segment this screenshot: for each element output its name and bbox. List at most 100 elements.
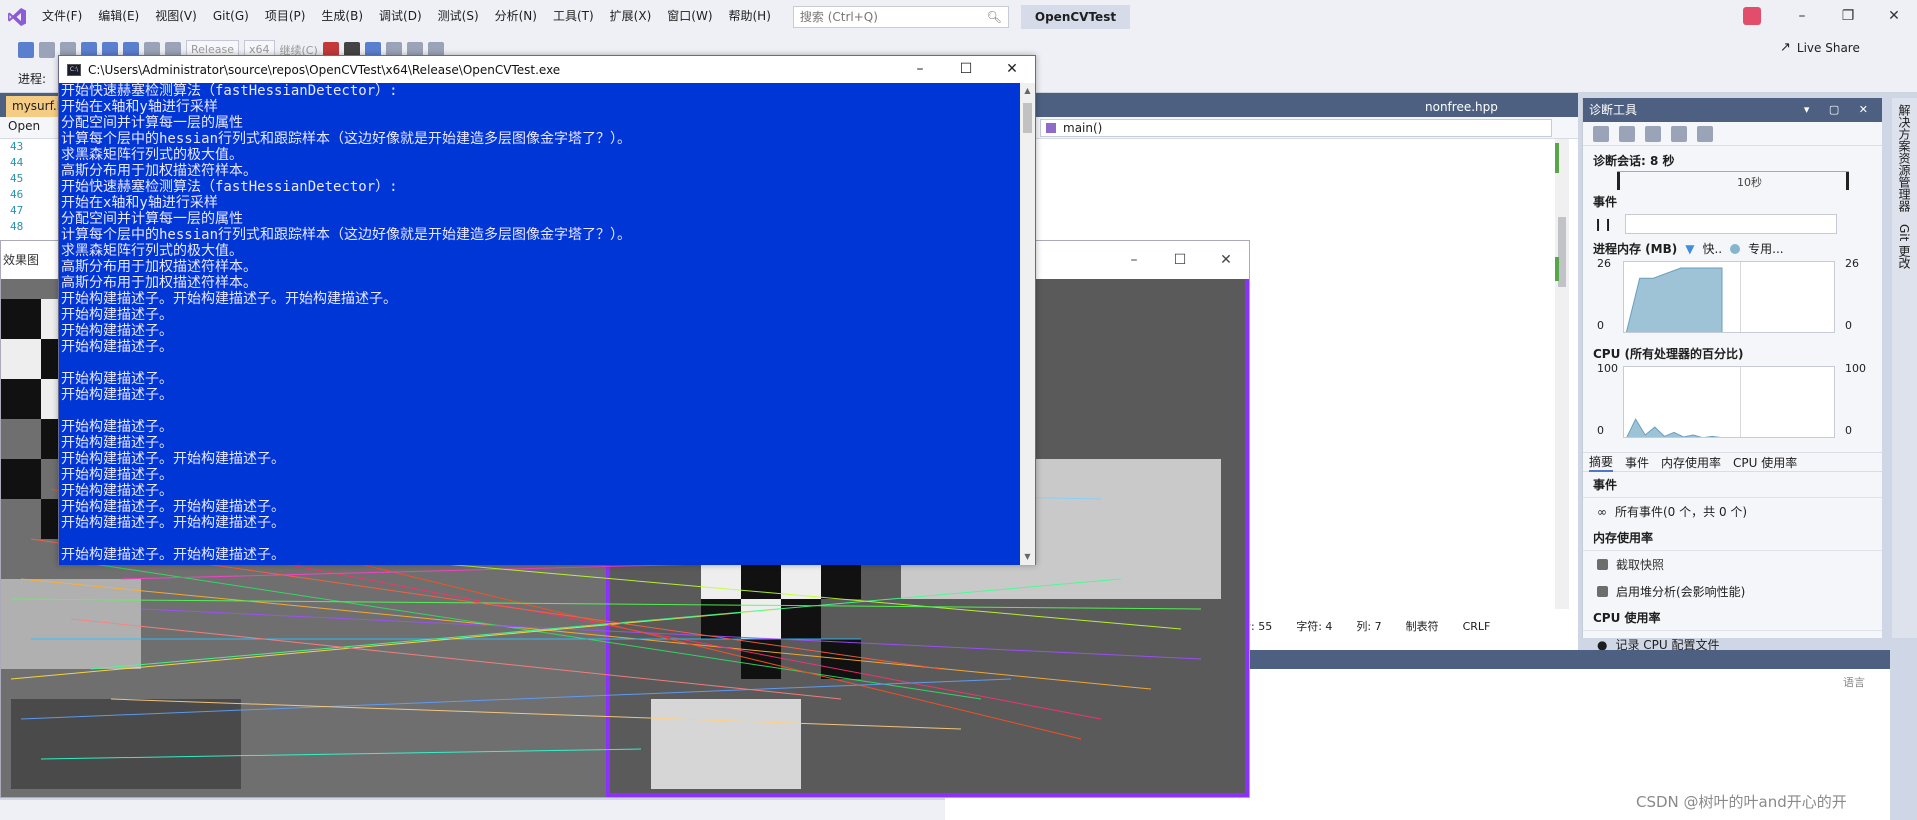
maximize-icon[interactable]: ☐: [943, 56, 989, 83]
console-line: 求黑森矩阵行列式的极大值。: [61, 243, 243, 259]
cpu-axis-min: 0: [1597, 424, 1604, 437]
live-share-button[interactable]: ↗ Live Share: [1780, 40, 1860, 55]
console-output[interactable]: 开始快速赫塞检测算法（fastHessianDetector）: 开始在x轴和y轴…: [59, 83, 1021, 565]
console-line: 开始快速赫塞检测算法（fastHessianDetector）:: [61, 83, 398, 99]
tab-events[interactable]: 事件: [1625, 454, 1649, 471]
timeline-label: 10秒: [1737, 176, 1762, 189]
cpu-chart-row: 100 0 100 0: [1583, 362, 1882, 446]
menu-analyze[interactable]: 分析(N): [487, 0, 545, 33]
solution-explorer-tab[interactable]: 解决方案资源管理器: [1892, 98, 1917, 218]
console-line: 开始构建描述子。: [61, 435, 173, 451]
all-events-label: 所有事件(0 个，共 0 个): [1615, 505, 1748, 519]
member-dropdown[interactable]: main(): [1040, 119, 1552, 137]
zoom-out-icon[interactable]: [1671, 125, 1687, 142]
console-line: 求黑森矩阵行列式的极大值。: [61, 147, 243, 163]
snapshot-button[interactable]: 截取快照: [1583, 551, 1882, 578]
menu-edit[interactable]: 编辑(E): [90, 0, 147, 33]
account-avatar-icon[interactable]: [1743, 7, 1761, 25]
session-timeline[interactable]: 10秒: [1617, 171, 1849, 190]
heap-label: 启用堆分析(会影响性能): [1616, 585, 1746, 599]
memory-graph: [1625, 267, 1723, 332]
menu-build[interactable]: 生成(B): [313, 0, 371, 33]
tab-nonfree[interactable]: nonfree.hpp: [1420, 97, 1503, 117]
tab-memory[interactable]: 内存使用率: [1661, 454, 1721, 471]
bottom-bar: [0, 800, 945, 820]
triangle-legend-icon: ▼: [1685, 241, 1695, 256]
cpu-axis-max-right: 100: [1845, 362, 1866, 375]
restore-icon[interactable]: ❐: [1825, 0, 1871, 33]
memory-section-title: 内存使用率: [1583, 525, 1882, 551]
events-track: [1625, 214, 1838, 234]
forward-icon[interactable]: [39, 42, 55, 58]
close-icon[interactable]: ✕: [989, 56, 1035, 83]
minimize-icon[interactable]: –: [1111, 241, 1157, 279]
console-line: 高斯分布用于加权描述符样本。: [61, 163, 257, 179]
console-line: 开始构建描述子。开始构建描述子。: [61, 451, 285, 467]
console-line: 开始构建描述子。: [61, 387, 173, 403]
line-number: 43: [10, 140, 24, 153]
minimize-icon[interactable]: –: [897, 56, 943, 83]
memory-axis-max-right: 26: [1845, 257, 1859, 270]
image-window-controls: – ☐ ✕: [1111, 241, 1249, 279]
status-tab: 制表符: [1405, 620, 1439, 633]
chart-icon[interactable]: [1697, 125, 1713, 142]
settings-icon[interactable]: [1593, 125, 1609, 142]
diagnostics-header: 诊断工具 ▾ ▢ ✕: [1583, 98, 1882, 122]
panel-controls[interactable]: ▾ ▢ ✕: [1804, 98, 1876, 122]
menu-view[interactable]: 视图(V): [147, 0, 205, 33]
menu-git[interactable]: Git(G): [205, 0, 257, 33]
heap-profiling-button[interactable]: 启用堆分析(会影响性能): [1583, 578, 1882, 605]
cpu-axis-max: 100: [1597, 362, 1618, 375]
scroll-thumb[interactable]: [1023, 103, 1032, 133]
console-line: 开始构建描述子。开始构建描述子。: [61, 499, 285, 515]
scroll-down-icon[interactable]: ▼: [1020, 549, 1035, 565]
vs-window-controls: – ❐ ✕: [1779, 0, 1917, 33]
back-icon[interactable]: [18, 42, 34, 58]
console-window-controls: – ☐ ✕: [897, 56, 1035, 83]
menu-file[interactable]: 文件(F): [34, 0, 90, 33]
timeline-end-marker[interactable]: [1846, 172, 1849, 190]
close-icon[interactable]: ✕: [1871, 0, 1917, 33]
csdn-watermark: CSDN @树叶的叶and开心的开: [1636, 793, 1847, 811]
console-line: 分配空间并计算每一层的属性: [61, 115, 243, 131]
all-events-link[interactable]: ∞ 所有事件(0 个，共 0 个): [1583, 498, 1882, 525]
timeline-start-marker[interactable]: [1617, 172, 1620, 190]
cpu-axis-min-right: 0: [1845, 424, 1852, 437]
console-title: C:\Users\Administrator\source\repos\Open…: [88, 62, 561, 77]
console-line: 开始构建描述子。: [61, 467, 173, 483]
cpu-chart: [1623, 366, 1835, 438]
tab-summary[interactable]: 摘要: [1589, 453, 1614, 472]
console-line: 开始在x轴和y轴进行采样: [61, 99, 218, 115]
minimize-icon[interactable]: –: [1779, 0, 1825, 33]
console-scrollbar[interactable]: ▲ ▼: [1020, 83, 1035, 565]
console-line: 开始在x轴和y轴进行采样: [61, 195, 218, 211]
menu-debug[interactable]: 调试(D): [371, 0, 430, 33]
maximize-icon[interactable]: ☐: [1157, 241, 1203, 279]
console-app-icon: C:\: [67, 63, 81, 76]
pause-icon[interactable]: ❙❙: [1593, 217, 1613, 231]
console-line: 高斯分布用于加权描述符样本。: [61, 259, 257, 275]
status-col: 列: 7: [1356, 620, 1382, 633]
export-icon[interactable]: [1619, 125, 1635, 142]
tab-cpu[interactable]: CPU 使用率: [1733, 454, 1797, 471]
circle-legend-icon: [1730, 243, 1741, 254]
scroll-thumb[interactable]: [1558, 217, 1566, 287]
zoom-in-icon[interactable]: [1645, 125, 1661, 142]
memory-axis-max: 26: [1597, 257, 1611, 270]
menu-tools[interactable]: 工具(T): [545, 0, 602, 33]
editor-scrollbar[interactable]: [1555, 139, 1569, 609]
menu-help[interactable]: 帮助(H): [721, 0, 779, 33]
menu-test[interactable]: 测试(S): [430, 0, 487, 33]
chart-divider: [1740, 262, 1741, 332]
menu-project[interactable]: 项目(P): [257, 0, 314, 33]
menu-window[interactable]: 窗口(W): [659, 0, 720, 33]
search-input[interactable]: 搜索 (Ctrl+Q) 🔍︎: [792, 5, 1009, 28]
close-icon[interactable]: ✕: [1203, 241, 1249, 279]
scope-dropdown[interactable]: Open: [8, 119, 40, 133]
git-changes-tab[interactable]: Git 更改: [1892, 218, 1917, 275]
console-line: 开始构建描述子。: [61, 371, 173, 387]
diagnostics-tabs: 摘要 事件 内存使用率 CPU 使用率: [1583, 452, 1882, 472]
scroll-up-icon[interactable]: ▲: [1020, 83, 1035, 99]
menu-extensions[interactable]: 扩展(X): [602, 0, 660, 33]
